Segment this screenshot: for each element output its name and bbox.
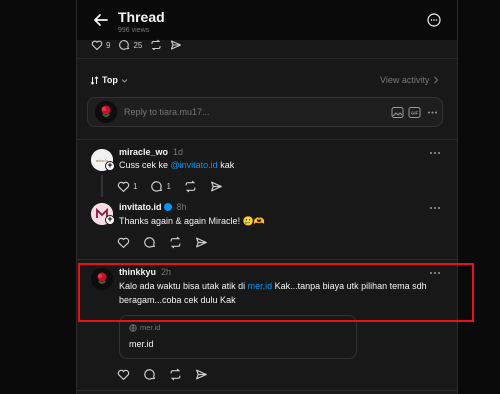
share-button[interactable] [210, 180, 223, 193]
like-count: 1 [133, 182, 138, 191]
comment-item: + invitato.id 8h Thanks again & again Mir… [77, 199, 457, 257]
right-scroll-area[interactable] [458, 0, 500, 394]
share-icon [210, 181, 222, 192]
comment-actions: 1 1 [117, 180, 223, 193]
repost-button[interactable] [169, 368, 182, 381]
sort-dropdown[interactable]: Top [90, 75, 128, 85]
more-dots-icon[interactable] [426, 106, 439, 119]
globe-icon [129, 323, 137, 332]
reply-input[interactable] [124, 105, 354, 119]
comment-item: miracle + miracle_wo 1d Cuss cek ke @invi… [77, 145, 457, 197]
comment-button[interactable]: 25 [118, 39, 142, 51]
heart-icon [117, 369, 130, 381]
comment-count: 25 [133, 40, 143, 50]
comment-text: Cuss cek ke @invitato.id kak [119, 160, 235, 170]
repost-button[interactable] [169, 236, 182, 249]
like-button[interactable]: 9 [91, 39, 110, 51]
gif-icon[interactable]: GIF [408, 106, 421, 119]
comment-actions [117, 368, 208, 381]
heart-icon [117, 237, 130, 249]
share-icon [196, 369, 207, 380]
repost-icon [151, 39, 161, 51]
avatar [95, 101, 117, 123]
repost-icon [170, 236, 181, 249]
more-dots-icon[interactable] [428, 150, 442, 156]
sort-label: Top [102, 75, 118, 85]
more-circle-icon[interactable] [427, 13, 441, 27]
comment-time: 1d [173, 147, 184, 157]
original-post-actions: 9 25 [91, 39, 182, 51]
chevron-right-icon [434, 76, 439, 84]
divider [77, 259, 457, 260]
reply-composer[interactable]: GIF [87, 97, 443, 127]
repost-button[interactable] [184, 180, 197, 193]
divider [77, 390, 457, 391]
heart-icon [117, 181, 130, 193]
comment-button[interactable] [143, 368, 156, 381]
thread-line [101, 175, 103, 197]
like-button[interactable]: 1 [117, 180, 137, 193]
comment-actions [117, 236, 208, 249]
more-dots-icon[interactable] [428, 205, 442, 211]
like-button[interactable] [117, 236, 130, 249]
view-count: 996 views [118, 27, 150, 34]
share-icon [196, 237, 207, 248]
link-domain: mer.id [129, 323, 160, 332]
comment-text: Thanks again & again Miracle! 🥲🫶 [119, 216, 265, 226]
comment-username[interactable]: miracle_wo 1d [119, 147, 183, 157]
link-title: mer.id [129, 339, 154, 349]
comment-time: 8h [176, 202, 187, 212]
reply-count: 1 [166, 182, 171, 191]
comment-button[interactable] [143, 236, 156, 249]
share-icon [171, 40, 182, 50]
left-background [0, 0, 76, 394]
chevron-down-icon [121, 78, 128, 83]
comment-button[interactable]: 1 [150, 180, 171, 193]
like-count: 9 [106, 40, 111, 50]
comment-icon [151, 181, 163, 192]
repost-icon [185, 180, 196, 193]
header-bar: Thread 996 views [77, 0, 457, 40]
back-arrow-icon[interactable] [91, 10, 111, 30]
repost-icon [170, 368, 181, 381]
follow-button[interactable]: + [105, 215, 115, 225]
svg-text:GIF: GIF [411, 111, 419, 116]
page-title: Thread [118, 9, 165, 25]
comment-icon [144, 369, 156, 380]
thread-panel: Thread 996 views 9 25 Top View activity … [76, 0, 458, 394]
like-button[interactable] [117, 368, 130, 381]
highlight-box [78, 263, 474, 322]
share-button[interactable] [195, 236, 208, 249]
share-button[interactable] [170, 39, 182, 51]
mention-link[interactable]: @invitato.id [171, 160, 218, 170]
share-button[interactable] [195, 368, 208, 381]
repost-button[interactable] [150, 39, 162, 51]
heart-icon [91, 40, 103, 51]
divider [77, 139, 457, 140]
sort-icon [90, 75, 99, 85]
image-icon[interactable] [391, 106, 404, 119]
comment-icon [144, 237, 156, 248]
view-activity-label: View activity [380, 75, 430, 85]
view-activity-link[interactable]: View activity [380, 75, 439, 85]
follow-button[interactable]: + [105, 161, 115, 171]
divider [77, 58, 457, 59]
comment-username[interactable]: invitato.id 8h [119, 202, 187, 212]
comment-icon [119, 40, 130, 50]
verified-badge-icon [163, 203, 172, 211]
